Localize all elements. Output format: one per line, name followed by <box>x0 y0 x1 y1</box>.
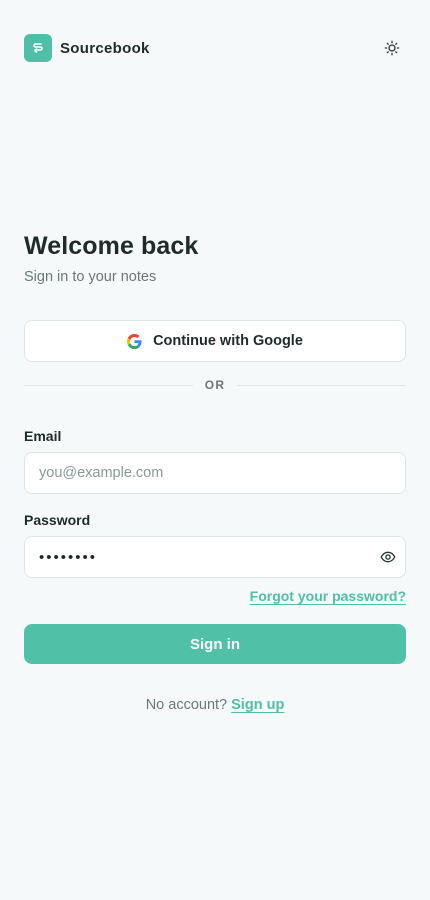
app-name: Sourcebook <box>60 39 150 57</box>
password-label: Password <box>24 512 91 528</box>
google-icon <box>127 333 142 349</box>
signup-prompt: No account? Sign up <box>0 697 430 713</box>
sign-up-link[interactable]: Sign up <box>231 697 284 713</box>
sun-icon <box>384 40 400 56</box>
or-divider: OR <box>24 376 406 394</box>
google-sign-in-button[interactable]: Continue with Google <box>24 320 406 362</box>
email-field[interactable] <box>25 453 405 493</box>
brand[interactable]: Sourcebook <box>24 34 150 62</box>
app-header: Sourcebook <box>24 34 406 62</box>
swap-arrows-icon <box>33 43 43 53</box>
page-subtitle: Sign in to your notes <box>24 269 157 285</box>
email-field-wrapper <box>24 452 406 494</box>
theme-toggle-button[interactable] <box>378 34 406 62</box>
divider-line <box>24 384 193 386</box>
password-field-wrapper <box>24 536 406 578</box>
divider-line <box>237 384 406 386</box>
sign-in-screen: Sourcebook Welcome back Sign in to your … <box>0 0 430 900</box>
email-label: Email <box>24 428 62 444</box>
show-password-button[interactable] <box>371 537 405 577</box>
divider-text: OR <box>204 378 226 392</box>
password-field[interactable] <box>25 537 371 577</box>
eye-icon <box>380 551 396 563</box>
google-button-label: Continue with Google <box>153 333 303 349</box>
sign-in-button[interactable]: Sign in <box>24 624 406 664</box>
forgot-password-link[interactable]: Forgot your password? <box>250 588 406 604</box>
app-logo <box>24 34 52 62</box>
page-title: Welcome back <box>24 232 199 260</box>
signup-prompt-text: No account? <box>145 697 228 713</box>
